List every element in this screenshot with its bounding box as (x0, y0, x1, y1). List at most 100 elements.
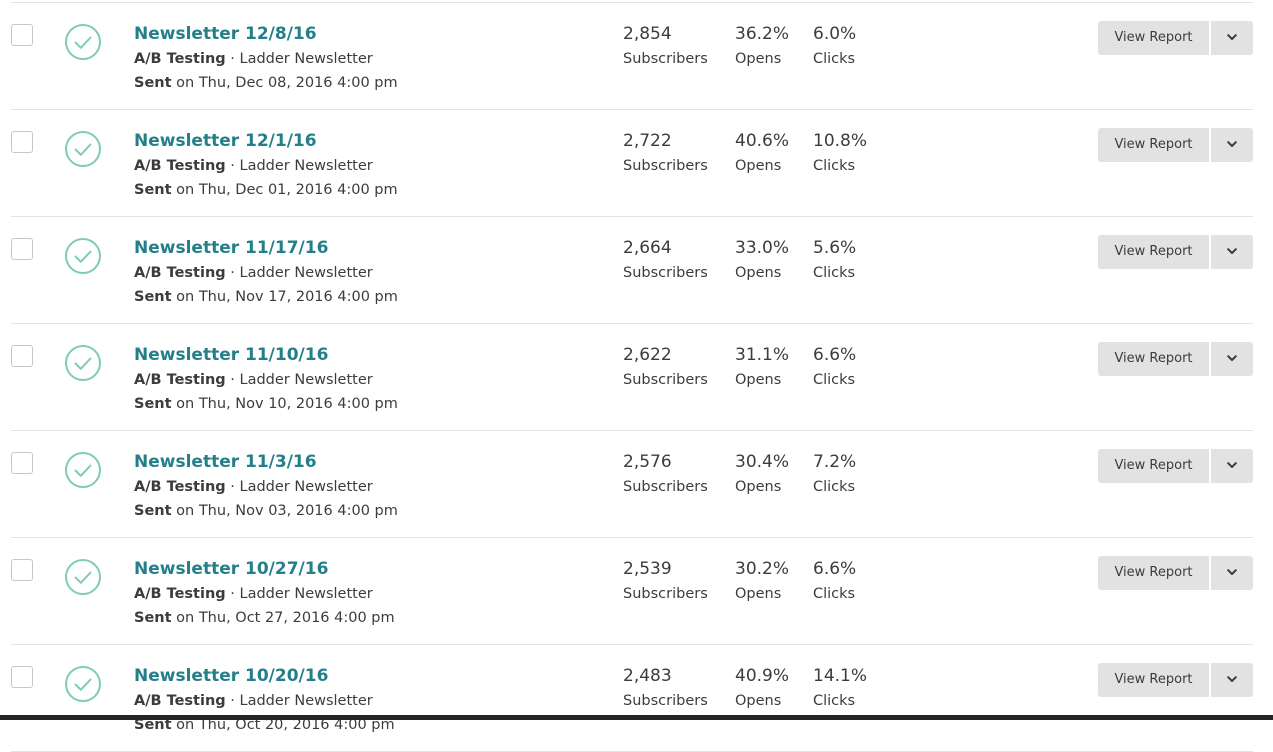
type-separator: · (225, 265, 240, 281)
campaign-type-line: A/B Testing · Ladder Newsletter (134, 49, 373, 69)
campaign-list-name: Ladder Newsletter (239, 265, 373, 281)
campaign-type: A/B Testing (134, 372, 226, 388)
clicks-value: 6.6% (813, 345, 857, 365)
check-circle-icon (64, 665, 102, 703)
sent-date: on Thu, Nov 17, 2016 4:00 pm (176, 289, 398, 305)
clicks-label: Clicks (813, 693, 856, 709)
report-button-group: View Report (1098, 556, 1253, 590)
chevron-down-icon (1227, 569, 1237, 575)
check-circle-icon (64, 451, 102, 489)
campaign-row: Newsletter 10/20/16 A/B Testing · Ladder… (0, 645, 1273, 752)
campaign-title-link[interactable]: Newsletter 10/27/16 (134, 557, 328, 581)
view-report-button[interactable]: View Report (1098, 342, 1209, 376)
subscribers-stat: 2,622 Subscribers (623, 343, 708, 393)
campaign-title-link[interactable]: Newsletter 11/10/16 (134, 343, 328, 367)
view-report-button[interactable]: View Report (1098, 556, 1209, 590)
clicks-stat: 6.0% Clicks (813, 22, 856, 72)
opens-label: Opens (735, 265, 782, 281)
opens-stat: 40.9% Opens (735, 664, 789, 714)
clicks-value: 6.0% (813, 24, 857, 44)
type-separator: · (225, 479, 240, 495)
chevron-down-icon (1227, 462, 1237, 468)
campaign-row: Newsletter 11/17/16 A/B Testing · Ladder… (0, 217, 1273, 324)
clicks-stat: 10.8% Clicks (813, 129, 867, 179)
check-circle-icon (64, 23, 102, 61)
chevron-down-icon (1227, 34, 1237, 40)
campaign-sent-line: Sent on Thu, Nov 17, 2016 4:00 pm (134, 287, 398, 307)
chevron-down-icon (1227, 141, 1237, 147)
clicks-stat: 7.2% Clicks (813, 450, 856, 500)
campaign-sent-line: Sent on Thu, Nov 10, 2016 4:00 pm (134, 394, 398, 414)
campaign-title-link[interactable]: Newsletter 11/17/16 (134, 236, 328, 260)
type-separator: · (225, 586, 240, 602)
row-select-checkbox[interactable] (11, 559, 33, 581)
campaign-type: A/B Testing (134, 586, 226, 602)
campaign-list-name: Ladder Newsletter (239, 51, 373, 67)
page-bottom-strip (0, 715, 1273, 720)
opens-label: Opens (735, 372, 782, 388)
clicks-label: Clicks (813, 586, 856, 602)
sent-label: Sent (134, 75, 172, 91)
type-separator: · (225, 693, 240, 709)
campaign-list-name: Ladder Newsletter (239, 158, 373, 174)
campaign-title-link[interactable]: Newsletter 10/20/16 (134, 664, 328, 688)
campaign-type-line: A/B Testing · Ladder Newsletter (134, 370, 373, 390)
report-button-group: View Report (1098, 235, 1253, 269)
report-options-dropdown-button[interactable] (1211, 449, 1253, 483)
report-options-dropdown-button[interactable] (1211, 128, 1253, 162)
campaign-type: A/B Testing (134, 158, 226, 174)
view-report-button[interactable]: View Report (1098, 128, 1209, 162)
sent-date: on Thu, Nov 03, 2016 4:00 pm (176, 503, 398, 519)
sent-label: Sent (134, 289, 172, 305)
subscribers-value: 2,576 (623, 452, 672, 472)
report-options-dropdown-button[interactable] (1211, 235, 1253, 269)
opens-stat: 31.1% Opens (735, 343, 789, 393)
row-select-checkbox[interactable] (11, 24, 33, 46)
report-button-group: View Report (1098, 128, 1253, 162)
sent-date: on Thu, Dec 01, 2016 4:00 pm (176, 182, 398, 198)
campaign-list-name: Ladder Newsletter (239, 479, 373, 495)
view-report-button[interactable]: View Report (1098, 21, 1209, 55)
view-report-button[interactable]: View Report (1098, 663, 1209, 697)
subscribers-label: Subscribers (623, 586, 708, 602)
clicks-stat: 14.1% Clicks (813, 664, 867, 714)
row-select-checkbox[interactable] (11, 238, 33, 260)
opens-stat: 33.0% Opens (735, 236, 789, 286)
view-report-button[interactable]: View Report (1098, 235, 1209, 269)
campaign-title-link[interactable]: Newsletter 12/1/16 (134, 129, 317, 153)
opens-stat: 40.6% Opens (735, 129, 789, 179)
report-button-group: View Report (1098, 21, 1253, 55)
opens-stat: 30.4% Opens (735, 450, 789, 500)
subscribers-stat: 2,664 Subscribers (623, 236, 708, 286)
campaign-title-link[interactable]: Newsletter 12/8/16 (134, 22, 317, 46)
subscribers-value: 2,722 (623, 131, 672, 151)
report-options-dropdown-button[interactable] (1211, 663, 1253, 697)
row-select-checkbox[interactable] (11, 666, 33, 688)
row-select-checkbox[interactable] (11, 345, 33, 367)
clicks-value: 5.6% (813, 238, 857, 258)
campaign-sent-line: Sent on Thu, Dec 01, 2016 4:00 pm (134, 180, 398, 200)
sent-date: on Thu, Oct 27, 2016 4:00 pm (176, 610, 395, 626)
subscribers-stat: 2,576 Subscribers (623, 450, 708, 500)
opens-label: Opens (735, 158, 782, 174)
type-separator: · (225, 372, 240, 388)
opens-value: 40.6% (735, 131, 790, 151)
check-circle-icon (64, 558, 102, 596)
report-options-dropdown-button[interactable] (1211, 21, 1253, 55)
clicks-stat: 6.6% Clicks (813, 343, 856, 393)
subscribers-stat: 2,483 Subscribers (623, 664, 708, 714)
opens-stat: 36.2% Opens (735, 22, 789, 72)
campaign-row: Newsletter 11/10/16 A/B Testing · Ladder… (0, 324, 1273, 431)
campaign-sent-line: Sent on Thu, Nov 03, 2016 4:00 pm (134, 501, 398, 521)
row-select-checkbox[interactable] (11, 131, 33, 153)
report-options-dropdown-button[interactable] (1211, 342, 1253, 376)
row-select-checkbox[interactable] (11, 452, 33, 474)
subscribers-label: Subscribers (623, 51, 708, 67)
clicks-label: Clicks (813, 372, 856, 388)
campaign-list-name: Ladder Newsletter (239, 693, 373, 709)
campaign-title-link[interactable]: Newsletter 11/3/16 (134, 450, 317, 474)
campaign-sent-line: Sent on Thu, Oct 27, 2016 4:00 pm (134, 608, 395, 628)
clicks-stat: 5.6% Clicks (813, 236, 856, 286)
report-options-dropdown-button[interactable] (1211, 556, 1253, 590)
view-report-button[interactable]: View Report (1098, 449, 1209, 483)
